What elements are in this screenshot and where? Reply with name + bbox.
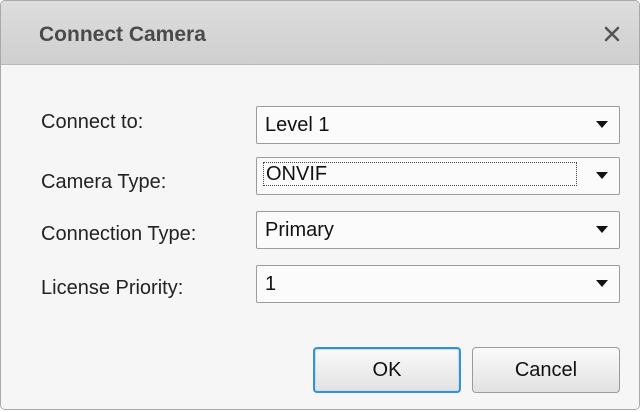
dialog-title: Connect Camera	[39, 23, 206, 46]
chevron-down-icon	[595, 167, 609, 185]
ok-button[interactable]: OK	[313, 347, 461, 393]
license-priority-label: License Priority:	[41, 277, 184, 299]
connect-camera-dialog: Connect Camera Connect to: Level 1 Camer…	[0, 0, 640, 410]
connection-type-label: Connection Type:	[41, 223, 197, 245]
title-bar: Connect Camera	[1, 1, 639, 65]
camera-type-select[interactable]: ONVIF	[256, 157, 620, 195]
license-priority-value: 1	[265, 273, 277, 295]
close-button[interactable]	[597, 19, 627, 49]
camera-type-label: Camera Type:	[41, 171, 167, 193]
connect-to-label: Connect to:	[41, 111, 144, 133]
connect-to-value: Level 1	[265, 114, 330, 136]
connect-to-select[interactable]: Level 1	[256, 106, 620, 144]
chevron-down-icon	[595, 221, 609, 239]
close-icon	[604, 26, 620, 42]
cancel-button[interactable]: Cancel	[472, 347, 620, 393]
dialog-content: Connect to: Level 1 Camera Type: ONVIF C…	[1, 65, 639, 409]
connection-type-select[interactable]: Primary	[256, 211, 620, 249]
license-priority-select[interactable]: 1	[256, 265, 620, 303]
chevron-down-icon	[595, 116, 609, 134]
chevron-down-icon	[595, 275, 609, 293]
connection-type-value: Primary	[265, 219, 334, 241]
camera-type-value: ONVIF	[263, 162, 577, 186]
